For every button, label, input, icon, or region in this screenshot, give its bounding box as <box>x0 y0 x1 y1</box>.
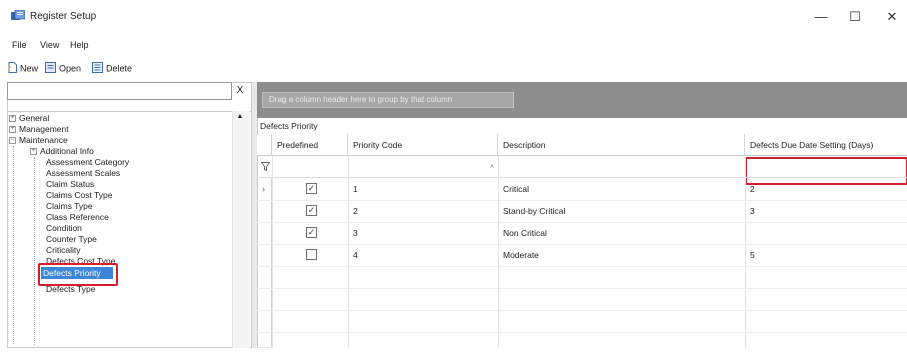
new-icon <box>8 62 17 76</box>
expand-icon[interactable]: + <box>9 126 16 134</box>
menu-view[interactable]: View <box>40 40 59 50</box>
description-cell: Stand-by Critical <box>503 206 566 216</box>
due-days-cell: 5 <box>750 250 755 260</box>
priority-code-cell: 1 <box>353 184 358 194</box>
expand-icon[interactable]: + <box>30 148 37 156</box>
tree-item-criticality[interactable]: Criticality <box>46 245 80 255</box>
table-row[interactable]: ✓ 2 Stand-by Critical 3 <box>272 200 907 222</box>
row-selector-header <box>257 134 272 156</box>
delete-button[interactable]: Delete <box>92 62 132 74</box>
row-divider <box>257 332 907 333</box>
clear-search-button[interactable]: X <box>234 83 246 99</box>
tree-item-assessment-scales[interactable]: Assessment Scales <box>46 168 120 178</box>
tree-item-defects-type[interactable]: Defects Type <box>46 284 95 294</box>
priority-code-cell: 2 <box>353 206 358 216</box>
tree-item-management[interactable]: + Management <box>9 124 69 134</box>
open-label: Open <box>59 63 82 74</box>
column-header-description[interactable]: Description <box>498 134 745 156</box>
row-selector-column <box>257 178 272 348</box>
expand-icon[interactable]: + <box>9 115 16 123</box>
table-row[interactable]: ✓ 1 Critical 2 <box>272 178 907 200</box>
defects-priority-highlight-box <box>38 263 118 286</box>
new-label: New <box>20 63 39 74</box>
open-icon <box>45 62 56 76</box>
row-divider <box>257 310 907 311</box>
toolbar <box>0 56 907 78</box>
predefined-checkbox-unchecked[interactable] <box>306 249 317 260</box>
priority-code-cell: 3 <box>353 228 358 238</box>
menu-help[interactable]: Help <box>70 40 89 50</box>
maximize-button[interactable]: ☐ <box>842 4 868 30</box>
current-row-indicator-icon: › <box>262 184 265 194</box>
column-header-priority-code[interactable]: Priority Code <box>348 134 498 156</box>
tree-item-additional-info[interactable]: + Additional Info <box>30 146 94 156</box>
menu-file[interactable]: File <box>12 40 27 50</box>
predefined-checkbox-checked[interactable]: ✓ <box>306 205 317 216</box>
new-button[interactable]: New <box>8 62 38 74</box>
tree-item-counter-type[interactable]: Counter Type <box>46 234 97 244</box>
tree-scrollbar[interactable] <box>232 111 250 348</box>
delete-icon <box>92 62 103 76</box>
priority-code-cell: 4 <box>353 250 358 260</box>
tree-item-assessment-category[interactable]: Assessment Category <box>46 157 129 167</box>
tree-item-class-reference[interactable]: Class Reference <box>46 212 109 222</box>
search-input[interactable] <box>7 82 232 100</box>
app-icon <box>11 9 26 22</box>
table-row[interactable]: ✓ 3 Non Critical <box>272 222 907 244</box>
due-days-cell: 3 <box>750 206 755 216</box>
description-cell: Non Critical <box>503 228 547 238</box>
description-cell: Moderate <box>503 250 539 260</box>
predefined-checkbox-checked[interactable]: ✓ <box>306 183 317 194</box>
group-by-hint[interactable]: Drag a column header here to group by th… <box>262 92 514 108</box>
filter-row[interactable] <box>257 156 907 178</box>
row-divider <box>257 288 907 289</box>
tree-item-maintenance[interactable]: − Maintenance <box>9 135 68 145</box>
due-days-cell: 2 <box>750 184 755 194</box>
column-header-predefined[interactable]: Predefined <box>272 134 348 156</box>
scroll-up-arrow-icon[interactable]: ▲ <box>235 113 245 123</box>
column-header-due-date-setting[interactable]: Defects Due Date Setting (Days) <box>745 134 907 156</box>
menu-bar <box>0 34 907 56</box>
predefined-checkbox-checked[interactable]: ✓ <box>306 227 317 238</box>
collapse-icon[interactable]: − <box>9 137 16 145</box>
filter-icon[interactable] <box>260 162 271 173</box>
minimize-button[interactable]: — <box>808 4 834 30</box>
grid-caption: Defects Priority <box>260 121 318 131</box>
window-title: Register Setup <box>30 11 97 22</box>
description-cell: Critical <box>503 184 529 194</box>
tree-item-condition[interactable]: Condition <box>46 223 82 233</box>
close-button[interactable]: ✕ <box>879 4 905 30</box>
delete-label: Delete <box>106 63 133 74</box>
tree-connector-line <box>34 157 35 345</box>
due-days-cell <box>745 222 750 244</box>
tree-item-general[interactable]: + General <box>9 113 49 123</box>
title-bar <box>0 0 907 34</box>
row-divider <box>257 266 907 267</box>
table-row[interactable]: 4 Moderate 5 <box>272 244 907 266</box>
tree-item-claims-cost-type[interactable]: Claims Cost Type <box>46 190 112 200</box>
open-button[interactable]: Open <box>45 62 81 74</box>
tree-connector-line <box>13 146 14 344</box>
tree-item-claim-status[interactable]: Claim Status <box>46 179 94 189</box>
tree-item-claims-type[interactable]: Claims Type <box>46 201 93 211</box>
